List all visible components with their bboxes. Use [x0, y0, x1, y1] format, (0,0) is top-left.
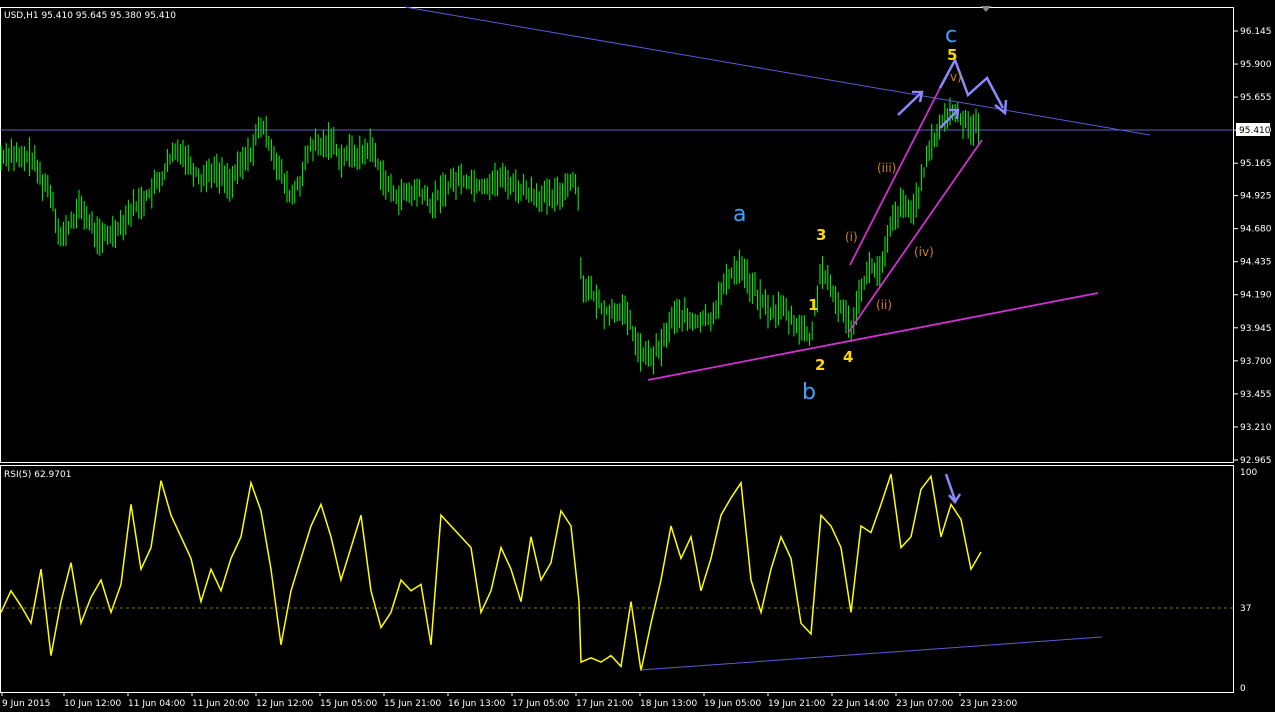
price-axis: 96.145 95.900 95.655 95.410 95.165 94.925 94.6…	[1234, 27, 1272, 466]
rsi-line	[0, 473, 982, 671]
wave-label-iv: (iv)	[914, 245, 934, 259]
rsi-tick-label: 100	[1240, 468, 1257, 478]
rsi-axis: 100 37 0	[1240, 468, 1257, 694]
time-tick-label: 17 Jun 21:00	[576, 699, 633, 709]
price-tick-label: 95.900	[1240, 60, 1272, 70]
price-panel-header: USD,H1 95.410 95.645 95.380 95.410	[4, 11, 176, 21]
price-tick-label: 94.680	[1240, 225, 1272, 235]
time-tick-label: 15 Jun 21:00	[384, 699, 441, 709]
price-tick-label: 93.455	[1240, 390, 1272, 400]
current-price-label: 95.410	[1239, 126, 1271, 136]
descending-trendline	[404, 6, 1151, 136]
wave-label-2: 2	[815, 356, 825, 374]
wave-label-4: 4	[843, 348, 853, 366]
wave-label-3: 3	[816, 226, 826, 244]
price-tick-label: 94.190	[1240, 291, 1272, 301]
time-tick-label: 23 Jun 23:00	[960, 699, 1017, 709]
time-tick-label: 11 Jun 20:00	[192, 699, 249, 709]
price-tick-label: 94.435	[1240, 258, 1272, 268]
chart-shift-marker[interactable]	[981, 6, 991, 12]
wave-label-b: b	[802, 380, 816, 405]
time-tick-label: 16 Jun 13:00	[448, 699, 505, 709]
rsi-arrow-down	[944, 473, 962, 505]
price-tick-label: 94.925	[1240, 192, 1272, 202]
time-tick-label: 15 Jun 05:00	[320, 699, 377, 709]
wave-label-ii: (ii)	[876, 298, 892, 312]
price-tick-label: 92.965	[1240, 456, 1272, 466]
rsi-trendline	[639, 636, 1103, 671]
arrow-up-1	[897, 90, 924, 116]
candles	[0, 97, 980, 375]
rsi-panel-frame	[0, 465, 1234, 693]
time-tick-label: 12 Jun 12:00	[256, 699, 313, 709]
time-tick-label: 11 Jun 04:00	[128, 699, 185, 709]
time-axis: 9 Jun 2015 10 Jun 12:00 11 Jun 04:00 11 Jun…	[1, 692, 1017, 709]
price-tick-label: 93.210	[1240, 423, 1272, 433]
price-tick-label: 96.145	[1240, 27, 1272, 37]
wave-label-iii: (iii)	[877, 161, 896, 175]
time-tick-label: 19 Jun 21:00	[768, 699, 825, 709]
rsi-tick-label: 0	[1240, 684, 1246, 694]
price-tick-label: 93.700	[1240, 357, 1272, 367]
price-panel-frame	[0, 7, 1234, 463]
trading-chart-window: 96.145 95.900 95.655 95.410 95.165 94.925 94.6…	[0, 0, 1275, 712]
price-tick-label: 95.655	[1240, 93, 1272, 103]
wave-label-a: a	[733, 202, 746, 227]
wave-label-c: c	[945, 23, 957, 48]
time-tick-label: 10 Jun 12:00	[64, 699, 121, 709]
channel-lower-line	[847, 139, 983, 334]
rsi-panel-header: RSI(5) 62.9701	[4, 470, 71, 480]
wave-label-i: (i)	[845, 230, 858, 244]
time-tick-label: 17 Jun 05:00	[512, 699, 569, 709]
wave-label-1: 1	[808, 296, 818, 314]
price-tick-label: 93.945	[1240, 324, 1272, 334]
wave-label-5: 5	[947, 46, 957, 64]
time-tick-label: 22 Jun 14:00	[832, 699, 889, 709]
time-tick-label: 9 Jun 2015	[2, 699, 50, 709]
rsi-tick-label: 37	[1240, 604, 1251, 614]
wave-label-v: v)	[950, 70, 962, 84]
time-tick-label: 23 Jun 07:00	[896, 699, 953, 709]
time-tick-label: 19 Jun 05:00	[704, 699, 761, 709]
rsi-series	[0, 473, 982, 671]
chart-canvas[interactable]: 96.145 95.900 95.655 95.410 95.165 94.925 94.6…	[0, 0, 1275, 712]
channel-upper-line	[849, 87, 941, 266]
time-tick-label: 18 Jun 13:00	[640, 699, 697, 709]
price-tick-label: 95.165	[1240, 159, 1272, 169]
